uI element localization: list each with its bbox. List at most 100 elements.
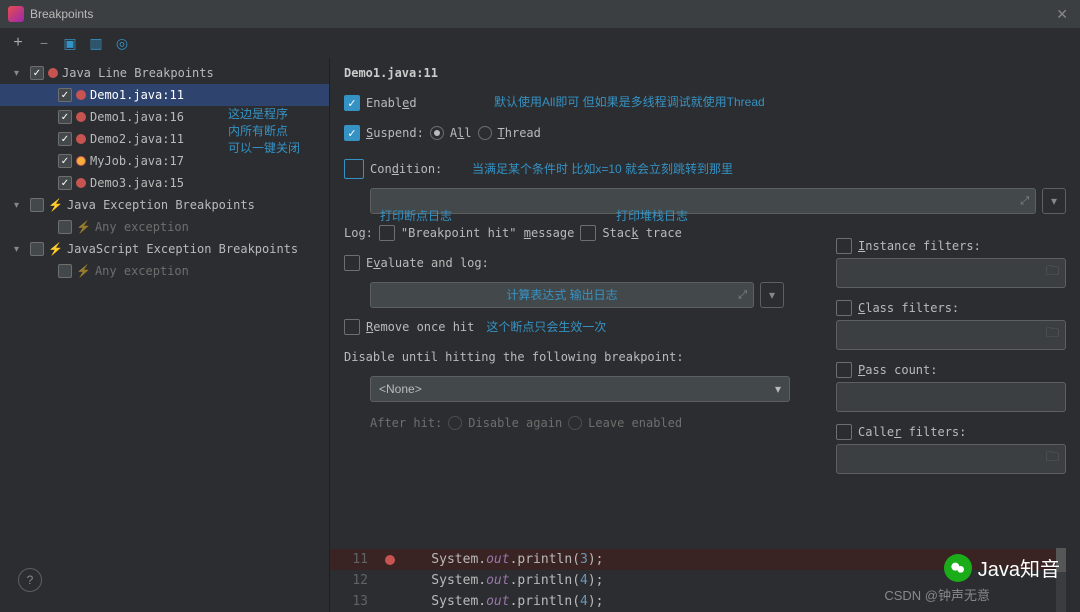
titlebar: Breakpoints ✕ bbox=[0, 0, 1080, 28]
breakpoint-details: Demo1.java:11 Enabled 默认使用All即可 但如果是多线程调… bbox=[330, 58, 1080, 612]
log-stack-checkbox[interactable] bbox=[580, 225, 596, 241]
breakpoint-dot-icon bbox=[76, 134, 86, 144]
class-filters-input[interactable]: 🗀 bbox=[836, 320, 1066, 350]
field-watchpoint-icon bbox=[76, 156, 86, 166]
expand-icon[interactable]: ⤢ bbox=[1020, 195, 1029, 208]
section-label: Java Exception Breakpoints bbox=[67, 198, 255, 212]
folder-icon[interactable]: 🗀 bbox=[1046, 262, 1059, 284]
select-value: <None> bbox=[379, 382, 422, 396]
close-icon[interactable]: ✕ bbox=[1052, 6, 1072, 23]
condition-label: Condition: bbox=[370, 162, 442, 176]
code-text: System.out.println(3); bbox=[400, 552, 604, 567]
tree-item[interactable]: ⚡ Any exception bbox=[0, 260, 329, 282]
line-number: 13 bbox=[330, 594, 380, 609]
exception-icon: ⚡ bbox=[76, 264, 91, 278]
class-filters-checkbox[interactable] bbox=[836, 300, 852, 316]
section-checkbox[interactable] bbox=[30, 198, 44, 212]
breakpoint-dot-icon bbox=[76, 112, 86, 122]
section-checkbox[interactable] bbox=[30, 242, 44, 256]
evaluate-label: Evaluate and log: bbox=[366, 256, 489, 270]
breakpoint-dot-icon[interactable] bbox=[385, 555, 395, 565]
item-label: Demo2.java:11 bbox=[90, 132, 184, 146]
tree-section-java-exception[interactable]: ▾ ⚡ Java Exception Breakpoints bbox=[0, 194, 329, 216]
filters-panel: Instance filters: 🗀 Class filters: 🗀 Pas… bbox=[836, 238, 1066, 486]
log-stack-label: Stack trace bbox=[602, 226, 682, 240]
code-text: System.out.println(4); bbox=[400, 573, 604, 588]
caller-filters-input[interactable]: 🗀 bbox=[836, 444, 1066, 474]
condition-checkbox[interactable] bbox=[344, 159, 364, 179]
chevron-down-icon[interactable]: ▾ bbox=[14, 200, 26, 211]
line-number: 11 bbox=[330, 552, 380, 567]
folder-icon[interactable]: 🗀 bbox=[1046, 324, 1059, 346]
evaluate-input[interactable]: 计算表达式 输出日志 ⤢ bbox=[370, 282, 754, 308]
caller-filters-checkbox[interactable] bbox=[836, 424, 852, 440]
evaluate-history-button[interactable]: ▾ bbox=[760, 282, 784, 308]
breakpoint-toolbar: + − ▣ ▥ ◎ bbox=[0, 28, 1080, 58]
item-checkbox[interactable] bbox=[58, 264, 72, 278]
tree-item[interactable]: MyJob.java:17 bbox=[0, 150, 329, 172]
evaluate-checkbox[interactable] bbox=[344, 255, 360, 271]
app-icon bbox=[8, 6, 24, 22]
tree-item[interactable]: Demo2.java:11 bbox=[0, 128, 329, 150]
group-by-class-button[interactable]: ▥ bbox=[88, 35, 104, 52]
item-label: MyJob.java:17 bbox=[90, 154, 184, 168]
annotation-eval: 计算表达式 输出日志 bbox=[506, 287, 617, 304]
window-title: Breakpoints bbox=[30, 7, 1052, 21]
watermark-brand: Java知音 bbox=[944, 553, 1060, 582]
section-label: Java Line Breakpoints bbox=[62, 66, 214, 80]
item-checkbox[interactable] bbox=[58, 88, 72, 102]
group-by-file-button[interactable]: ▣ bbox=[62, 35, 78, 52]
exception-icon: ⚡ bbox=[76, 220, 91, 234]
enabled-checkbox[interactable] bbox=[344, 95, 360, 111]
suspend-thread-label: Thread bbox=[498, 126, 541, 140]
suspend-all-radio[interactable] bbox=[430, 126, 444, 140]
item-label: Demo1.java:16 bbox=[90, 110, 184, 124]
suspend-label: Suspend: bbox=[366, 126, 424, 140]
item-checkbox[interactable] bbox=[58, 110, 72, 124]
disable-until-select[interactable]: <None> ▾ bbox=[370, 376, 790, 402]
wechat-icon bbox=[944, 554, 972, 582]
suspend-thread-radio[interactable] bbox=[478, 126, 492, 140]
remove-breakpoint-button[interactable]: − bbox=[36, 35, 52, 51]
folder-icon[interactable]: 🗀 bbox=[1046, 448, 1059, 470]
tree-item[interactable]: Demo3.java:15 bbox=[0, 172, 329, 194]
tree-section-java-line[interactable]: ▾ Java Line Breakpoints bbox=[0, 62, 329, 84]
pass-count-checkbox[interactable] bbox=[836, 362, 852, 378]
tree-item[interactable]: ⚡ Any exception bbox=[0, 216, 329, 238]
instance-filters-label: Instance filters: bbox=[858, 239, 981, 253]
suspend-checkbox[interactable] bbox=[344, 125, 360, 141]
chevron-down-icon[interactable]: ▾ bbox=[14, 68, 26, 79]
log-message-label: "Breakpoint hit" message bbox=[401, 226, 574, 240]
item-checkbox[interactable] bbox=[58, 154, 72, 168]
after-leave-radio bbox=[568, 416, 582, 430]
annotation-remove: 这个断点只会生效一次 bbox=[486, 319, 606, 336]
caller-filters-label: Caller filters: bbox=[858, 425, 966, 439]
section-checkbox[interactable] bbox=[30, 66, 44, 80]
class-filters-label: Class filters: bbox=[858, 301, 959, 315]
item-checkbox[interactable] bbox=[58, 176, 72, 190]
annotation-suspend: 默认使用All即可 但如果是多线程调试就使用Thread bbox=[494, 94, 765, 111]
help-button[interactable]: ? bbox=[18, 568, 42, 592]
add-breakpoint-button[interactable]: + bbox=[10, 34, 26, 52]
chevron-down-icon[interactable]: ▾ bbox=[14, 244, 26, 255]
expand-icon[interactable]: ⤢ bbox=[738, 289, 747, 302]
after-disable-label: Disable again bbox=[468, 416, 562, 430]
preview-button[interactable]: ◎ bbox=[114, 35, 130, 52]
tree-item[interactable]: Demo1.java:16 bbox=[0, 106, 329, 128]
tree-item[interactable]: Demo1.java:11 bbox=[0, 84, 329, 106]
disable-until-label: Disable until hitting the following brea… bbox=[344, 350, 684, 364]
item-label: Demo1.java:11 bbox=[90, 88, 184, 102]
instance-filters-checkbox[interactable] bbox=[836, 238, 852, 254]
instance-filters-input[interactable]: 🗀 bbox=[836, 258, 1066, 288]
breakpoint-dot-icon bbox=[48, 68, 58, 78]
pass-count-input[interactable] bbox=[836, 382, 1066, 412]
item-checkbox[interactable] bbox=[58, 220, 72, 234]
remove-once-checkbox[interactable] bbox=[344, 319, 360, 335]
line-number: 12 bbox=[330, 573, 380, 588]
condition-history-button[interactable]: ▾ bbox=[1042, 188, 1066, 214]
tree-section-js-exception[interactable]: ▾ ⚡ JavaScript Exception Breakpoints bbox=[0, 238, 329, 260]
log-message-checkbox[interactable] bbox=[379, 225, 395, 241]
item-checkbox[interactable] bbox=[58, 132, 72, 146]
item-label: Demo3.java:15 bbox=[90, 176, 184, 190]
condition-input[interactable]: ⤢ bbox=[370, 188, 1036, 214]
